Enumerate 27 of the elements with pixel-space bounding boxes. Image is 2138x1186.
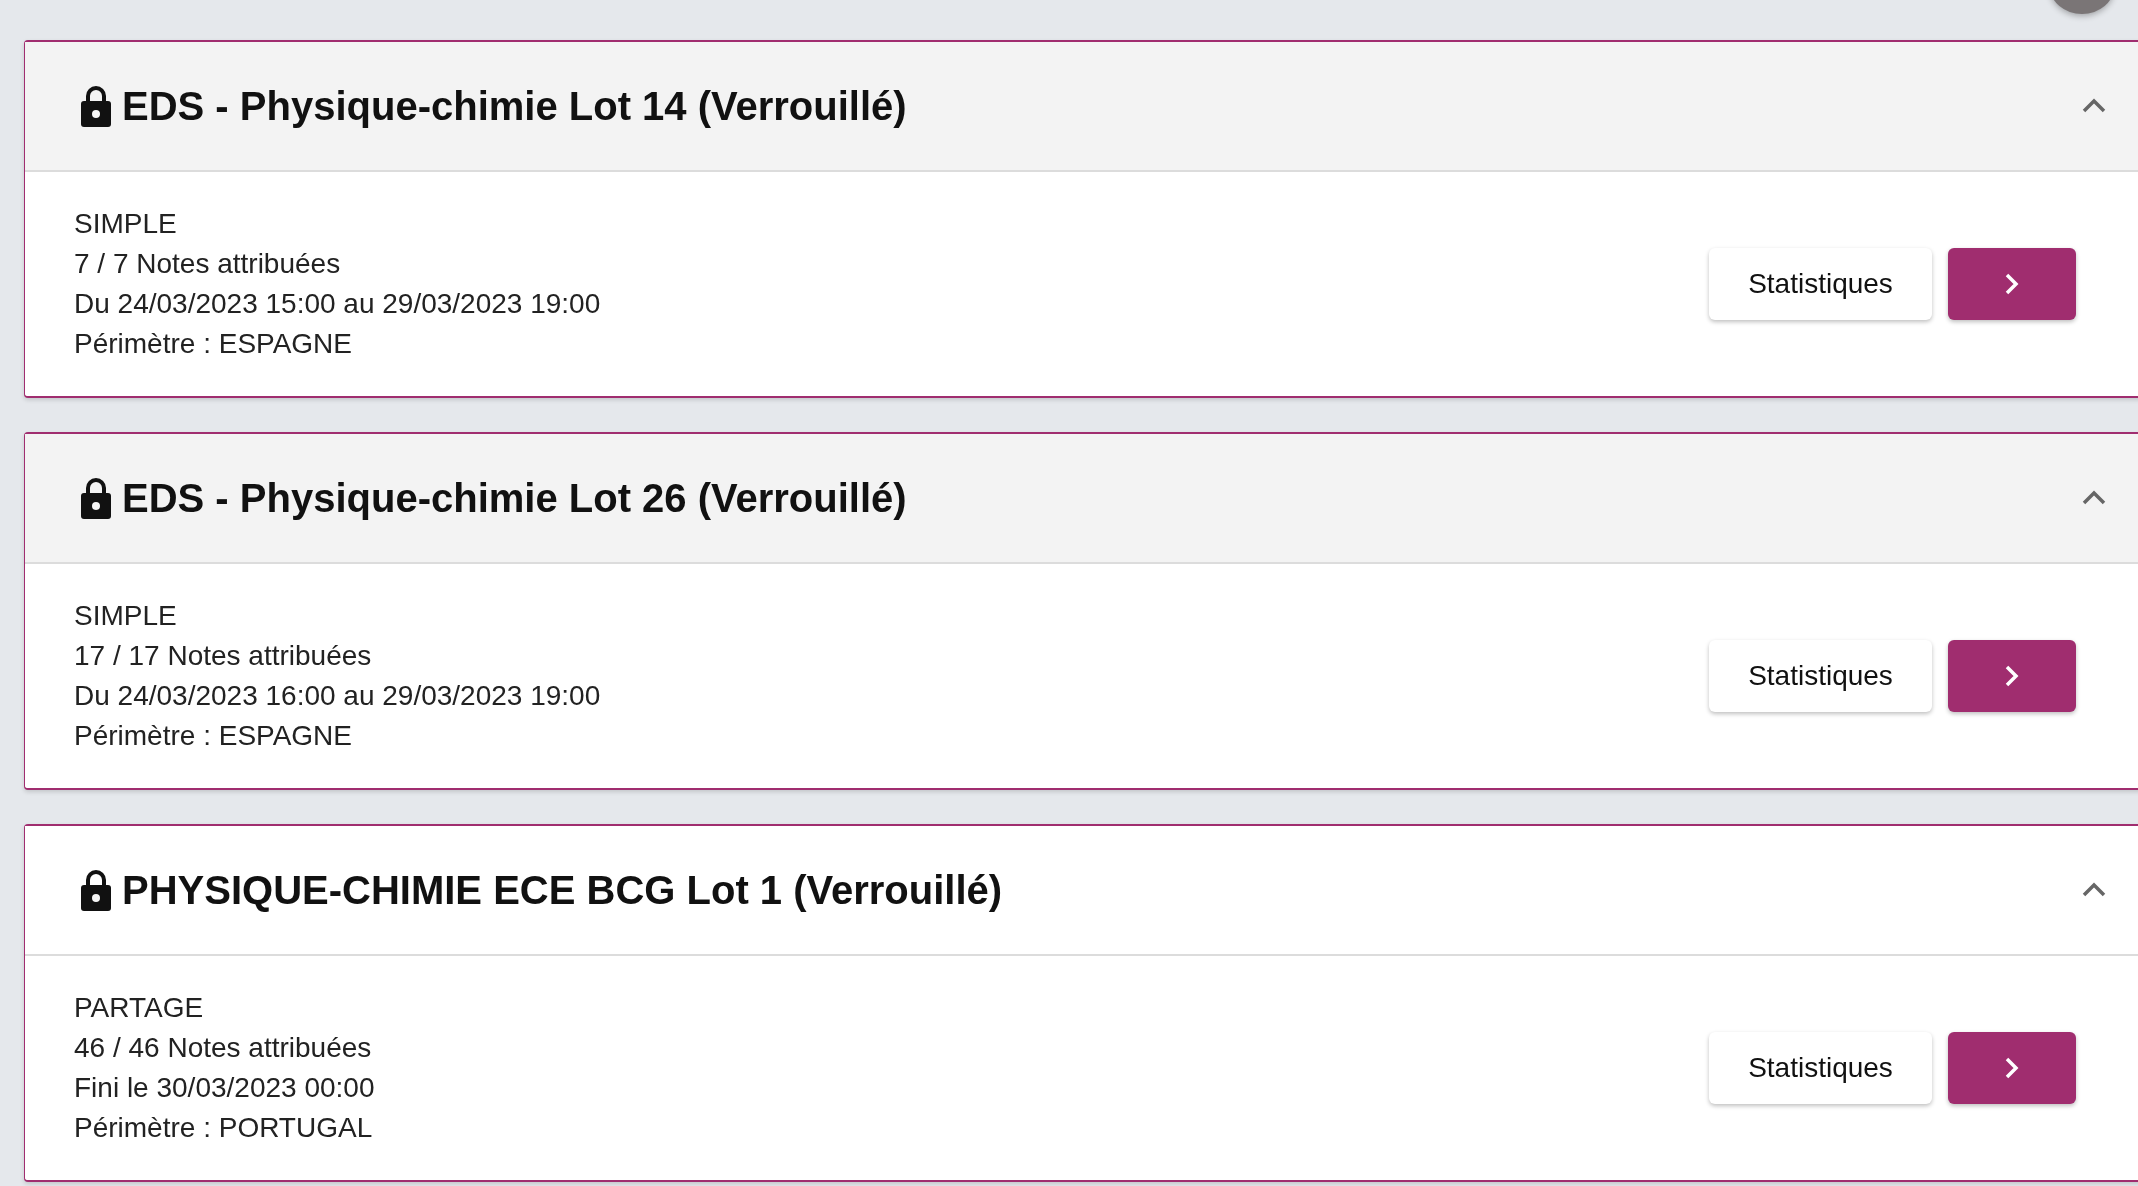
card-header[interactable]: PHYSIQUE-CHIMIE ECE BCG Lot 1 (Verrouillé) [25,826,2138,956]
info-line: SIMPLE [74,207,178,241]
card-title: EDS - Physique-chimie Lot 26 (Verrouillé) [122,475,907,522]
statistics-button[interactable]: Statistiques [1709,640,1932,712]
chevron-icon[interactable] [2082,97,2106,115]
info-line: Fini le 30/03/2023 00:00 [74,1071,376,1105]
card-header[interactable]: EDS - Physique-chimie Lot 26 (Verrouillé) [25,434,2138,564]
chevron-icon[interactable] [2082,881,2106,899]
info-line: 17 / 17 Notes attribuées [74,639,373,673]
chevron-right-icon [2005,665,2019,687]
info-line: 46 / 46 Notes attribuées [74,1031,373,1065]
card-header[interactable]: EDS - Physique-chimie Lot 14 (Verrouillé) [25,42,2138,172]
statistics-button[interactable]: Statistiques [1709,1032,1932,1104]
info-line: Du 24/03/2023 15:00 au 29/03/2023 19:00 [74,287,602,321]
card-title: PHYSIQUE-CHIMIE ECE BCG Lot 1 (Verrouillé) [122,867,1003,914]
info-line: Du 24/03/2023 16:00 au 29/03/2023 19:00 [74,679,602,713]
statistics-button[interactable]: Statistiques [1709,248,1932,320]
chevron-right-icon [2005,1057,2019,1079]
chevron-right-icon [2005,273,2019,295]
card-title: EDS - Physique-chimie Lot 14 (Verrouillé) [122,83,907,130]
info-line: SIMPLE [74,599,178,633]
info-line: PARTAGE [74,991,205,1025]
info-line: 7 / 7 Notes attribuées [74,247,342,281]
info-line: Périmètre : ESPAGNE [74,327,353,361]
chevron-icon[interactable] [2082,489,2106,507]
info-line: Périmètre : PORTUGAL [74,1111,374,1145]
info-line: Périmètre : ESPAGNE [74,719,353,753]
